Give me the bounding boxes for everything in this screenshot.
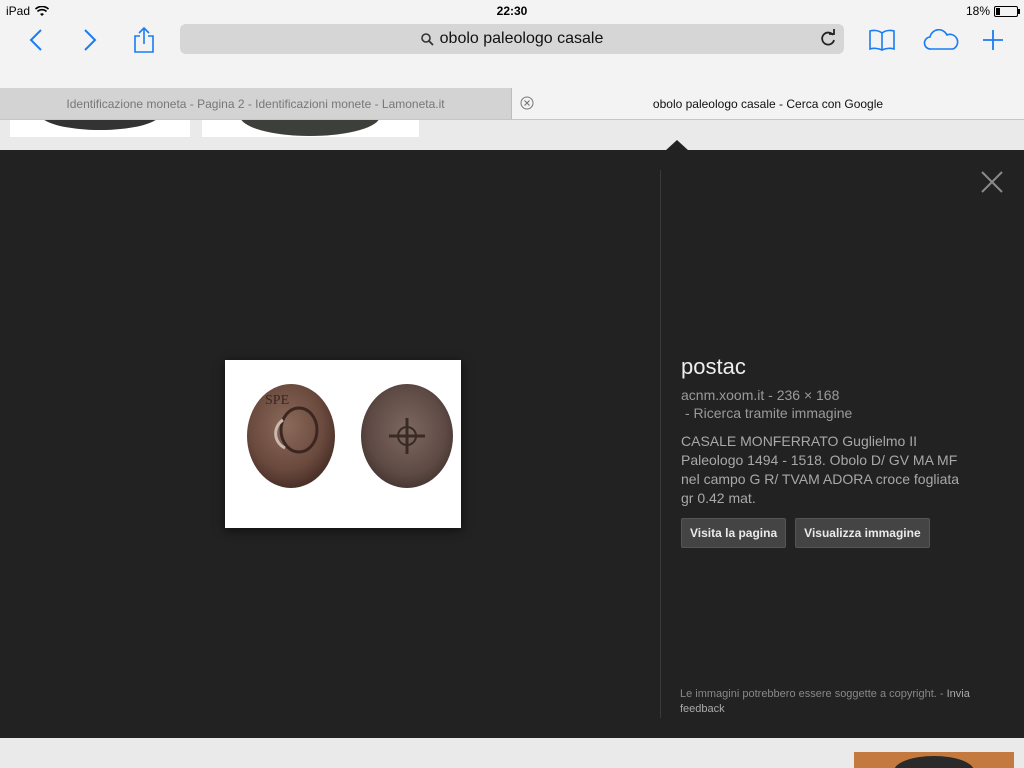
plus-icon xyxy=(983,30,1003,50)
copyright-text: Le immagini potrebbero essere soggette a… xyxy=(680,688,944,700)
bookmarks-button[interactable] xyxy=(864,24,900,56)
tab-bar: Identificazione moneta - Pagina 2 - Iden… xyxy=(0,88,1024,120)
status-right: 18% xyxy=(965,4,1020,18)
action-buttons: Visita la pagina Visualizza immagine xyxy=(681,518,981,548)
icloud-tabs-button[interactable] xyxy=(920,24,962,56)
image-meta: acnm.xoom.it - 236 × 168 xyxy=(681,386,981,404)
address-text: obolo paleologo casale xyxy=(439,30,604,47)
coin-image: SPE xyxy=(247,384,453,488)
image-title: postac xyxy=(681,354,746,379)
tab-label: Identificazione moneta - Pagina 2 - Iden… xyxy=(66,96,445,111)
tab-label: obolo paleologo casale - Cerca con Googl… xyxy=(652,96,884,111)
address-content: obolo paleologo casale xyxy=(180,24,844,54)
tab-close-button[interactable] xyxy=(520,96,534,110)
meta-separator: - xyxy=(768,387,773,403)
results-strip-top xyxy=(0,120,1024,150)
battery-icon xyxy=(994,5,1020,17)
search-by-image-link[interactable]: - Ricerca tramite immagine xyxy=(681,404,981,422)
forward-button[interactable] xyxy=(72,24,108,56)
coin-image xyxy=(40,120,160,130)
image-info: postac acnm.xoom.it - 236 × 168 - Ricerc… xyxy=(681,354,981,548)
coin-image xyxy=(240,120,380,136)
result-thumbnail[interactable] xyxy=(10,120,190,137)
icloud-tabs-icon xyxy=(923,29,959,50)
source-domain[interactable]: acnm.xoom.it xyxy=(681,387,764,403)
close-circle-icon xyxy=(520,96,534,110)
image-dimensions: 236 × 168 xyxy=(776,387,840,403)
reload-button[interactable] xyxy=(818,29,838,49)
coin-image xyxy=(894,756,974,768)
reload-icon xyxy=(821,29,835,46)
visit-page-button[interactable]: Visita la pagina xyxy=(681,518,787,548)
tab-google-search[interactable]: obolo paleologo casale - Cerca con Googl… xyxy=(512,88,1024,119)
tab-lamoneta[interactable]: Identificazione moneta - Pagina 2 - Iden… xyxy=(0,88,512,119)
browser-toolbar: obolo paleologo casale xyxy=(0,22,1024,88)
close-panel-button[interactable] xyxy=(978,168,1006,196)
results-strip-bottom xyxy=(0,738,1024,768)
copyright-notice: Le immagini potrebbero essere soggette a… xyxy=(680,687,990,717)
share-button[interactable] xyxy=(126,24,162,56)
image-preview[interactable]: SPE xyxy=(225,360,461,528)
search-icon xyxy=(420,32,434,46)
panel-divider xyxy=(660,170,661,718)
image-description: CASALE MONFERRATO Guglielmo II Paleologo… xyxy=(681,433,960,506)
share-icon xyxy=(134,26,154,53)
status-time: 22:30 xyxy=(496,4,528,18)
close-icon xyxy=(981,171,1003,193)
image-detail-panel: SPE postac acnm.xoom.it - 236 × 168 - Ri… xyxy=(0,150,1024,738)
chevron-left-icon xyxy=(29,29,42,51)
chevron-right-icon xyxy=(84,29,97,51)
back-button[interactable] xyxy=(18,24,54,56)
new-tab-button[interactable] xyxy=(975,24,1011,56)
battery-percent: 18% xyxy=(965,4,990,18)
svg-text:SPE: SPE xyxy=(265,393,289,408)
view-image-button[interactable]: Visualizza immagine xyxy=(795,518,930,548)
battery-fill xyxy=(996,7,1000,15)
bookmarks-icon xyxy=(869,29,895,51)
status-bar: iPad 22:30 18% xyxy=(0,0,1024,22)
result-thumbnail[interactable] xyxy=(202,120,419,137)
address-bar[interactable]: obolo paleologo casale xyxy=(180,24,844,54)
result-thumbnail[interactable] xyxy=(854,752,1014,768)
